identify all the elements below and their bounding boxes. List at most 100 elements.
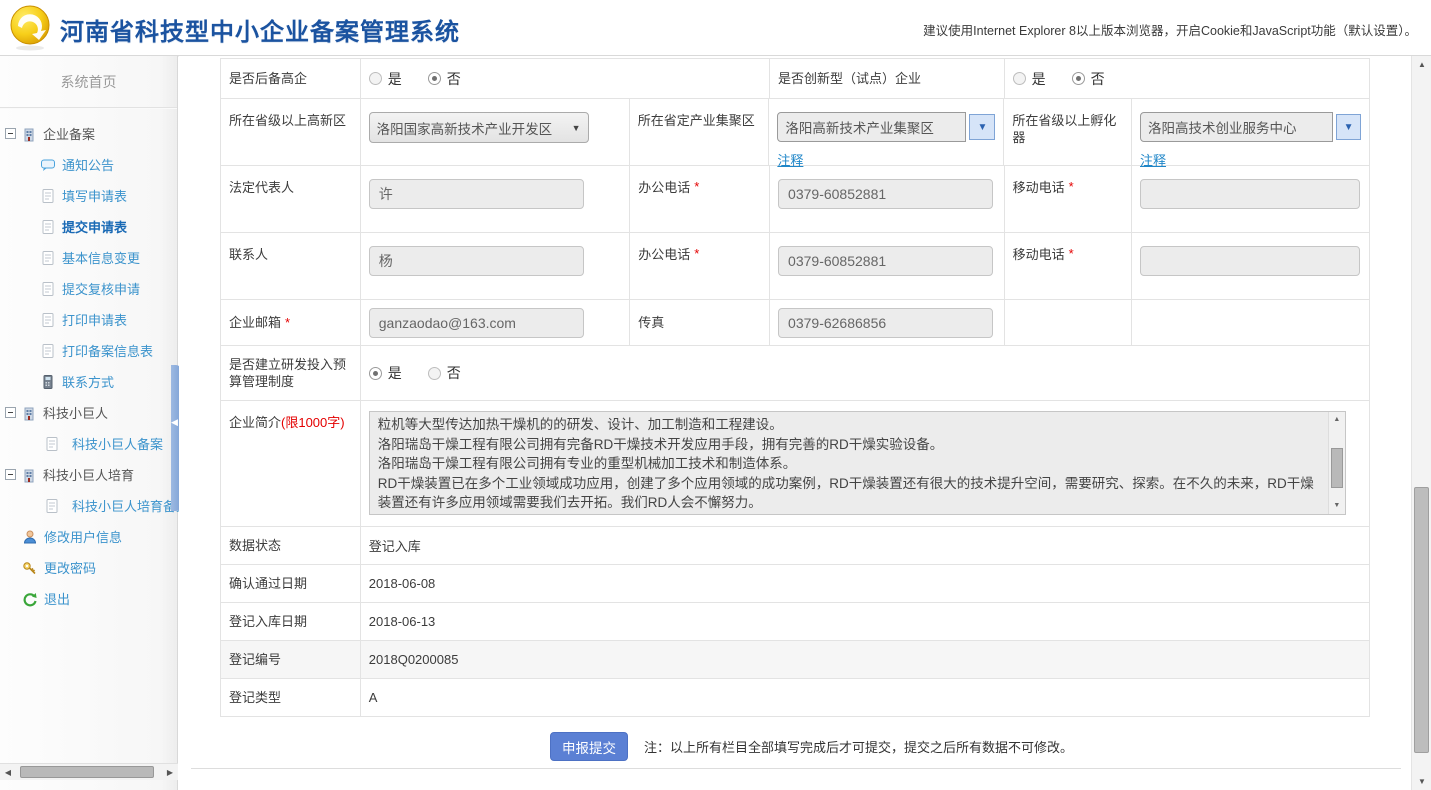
textarea-scroll-thumb[interactable]	[1331, 448, 1343, 488]
sidebar-tree: 企业备案 通知公告 填写申请表 提交申请表	[0, 108, 177, 614]
page-vertical-scrollbar[interactable]: ▲ ▼	[1411, 56, 1431, 790]
sidebar-item-print-filing-info[interactable]: 打印备案信息表	[0, 335, 177, 366]
row-register-type: 登记类型 A	[221, 679, 1369, 717]
required-asterisk: *	[285, 315, 290, 330]
horizontal-scroll-thumb[interactable]	[20, 766, 154, 778]
sidebar-item-contact-info[interactable]: 联系方式	[0, 366, 177, 397]
sidebar-item-print-application[interactable]: 打印申请表	[0, 304, 177, 335]
building-icon	[21, 126, 37, 142]
company-profile-text: 粒机等大型传达加热干燥机的的研发、设计、加工制造和工程建设。 洛阳瑞岛干燥工程有…	[370, 412, 1327, 514]
radio-circle-icon	[428, 367, 441, 380]
industry-cluster-dropdown-button[interactable]: ▼	[969, 114, 995, 140]
collapse-minus-icon[interactable]	[5, 407, 16, 418]
row-register-no: 登记编号 2018Q0200085	[221, 641, 1369, 679]
sidebar-item-change-password[interactable]: 更改密码	[0, 552, 177, 583]
char-limit-label: (限1000字)	[281, 415, 345, 430]
incubator-dropdown-button[interactable]: ▼	[1336, 114, 1361, 140]
mobile-phone-input[interactable]	[1140, 179, 1360, 209]
sidebar-item-submit-application[interactable]: 提交申请表	[0, 211, 177, 242]
sidebar-item-enterprise-filing[interactable]: 企业备案	[0, 118, 177, 149]
field-label: 确认通过日期	[229, 575, 307, 592]
email-input[interactable]	[369, 308, 584, 338]
sidebar-item-tech-giant-cultivation[interactable]: 科技小巨人培育	[0, 459, 177, 490]
sidebar-item-fill-application[interactable]: 填写申请表	[0, 180, 177, 211]
sidebar-item-basic-info-change[interactable]: 基本信息变更	[0, 242, 177, 273]
office-phone-input[interactable]	[778, 246, 993, 276]
company-profile-textarea[interactable]: 粒机等大型传达加热干燥机的的研发、设计、加工制造和工程建设。 洛阳瑞岛干燥工程有…	[369, 411, 1346, 515]
app-header: 河南省科技型中小企业备案管理系统 建议使用Internet Explorer 8…	[0, 0, 1431, 56]
sidebar-item-logout[interactable]: 退出	[0, 583, 177, 614]
scroll-left-icon[interactable]: ◀	[0, 764, 16, 781]
sidebar-item-tech-giant[interactable]: 科技小巨人	[0, 397, 177, 428]
sidebar-item-edit-user-info[interactable]: 修改用户信息	[0, 521, 177, 552]
scroll-up-icon[interactable]: ▲	[1329, 413, 1345, 427]
row-register-date: 登记入库日期 2018-06-13	[221, 603, 1369, 641]
scroll-down-icon[interactable]: ▼	[1412, 773, 1431, 790]
data-status-value: 登记入库	[369, 536, 421, 555]
incubator-input[interactable]: 洛阳高技术创业服务中心	[1140, 112, 1333, 142]
app-logo-icon	[8, 5, 52, 51]
radio-circle-icon	[369, 367, 382, 380]
field-label: 所在省级以上孵化器	[1012, 112, 1123, 146]
chevron-left-icon: ◀	[171, 417, 178, 428]
required-asterisk: *	[1069, 179, 1074, 194]
scroll-down-icon[interactable]: ▼	[1329, 499, 1345, 513]
hightech-zone-select[interactable]: 洛阳国家高新技术产业开发区 ▼	[369, 112, 589, 143]
sidebar-item-submit-review[interactable]: 提交复核申请	[0, 273, 177, 304]
textarea-scrollbar[interactable]: ▲ ▼	[1328, 412, 1345, 514]
submit-button[interactable]: 申报提交	[550, 732, 628, 761]
vertical-scroll-thumb[interactable]	[1414, 487, 1429, 753]
field-label: 是否后备高企	[229, 70, 307, 87]
sidebar-item-notices[interactable]: 通知公告	[0, 149, 177, 180]
radio-no[interactable]: 否	[1072, 69, 1105, 89]
user-icon	[22, 529, 38, 545]
register-type-value: A	[369, 690, 378, 705]
phone-icon	[40, 374, 56, 390]
collapse-minus-icon[interactable]	[5, 469, 16, 480]
mobile-phone-input[interactable]	[1140, 246, 1360, 276]
document-icon	[40, 343, 56, 359]
field-label: 数据状态	[229, 537, 281, 554]
collapse-minus-icon[interactable]	[5, 128, 16, 139]
document-icon	[44, 436, 60, 452]
document-icon	[40, 188, 56, 204]
contact-person-input[interactable]	[369, 246, 584, 276]
field-label: 移动电话	[1013, 179, 1065, 196]
field-label: 传真	[638, 314, 664, 331]
row-zones: 所在省级以上高新区 洛阳国家高新技术产业开发区 ▼ 所在省定产业集聚区 洛阳高新…	[221, 99, 1369, 166]
radio-circle-icon	[428, 72, 441, 85]
field-label: 办公电话	[638, 246, 690, 263]
radio-no[interactable]: 否	[428, 363, 461, 383]
key-icon	[22, 560, 38, 576]
sidebar-item-tech-giant-cultivation-filing[interactable]: 科技小巨人培育备案	[0, 490, 177, 521]
legal-rep-input[interactable]	[369, 179, 584, 209]
row-contact: 联系人 办公电话* 移动电话*	[221, 233, 1369, 300]
field-label: 所在省定产业集聚区	[638, 112, 755, 129]
field-label: 联系人	[229, 246, 268, 263]
office-phone-input[interactable]	[778, 179, 993, 209]
footer-divider	[191, 768, 1401, 769]
field-label: 所在省级以上高新区	[229, 112, 346, 129]
row-confirm-date: 确认通过日期 2018-06-08	[221, 565, 1369, 603]
row-company-profile: 企业简介(限1000字) 粒机等大型传达加热干燥机的的研发、设计、加工制造和工程…	[221, 401, 1369, 527]
chevron-down-icon: ▼	[572, 123, 581, 133]
sidebar-horizontal-scrollbar[interactable]: ◀ ▶	[0, 763, 178, 780]
required-asterisk: *	[1069, 246, 1074, 261]
radio-yes[interactable]: 是	[1013, 69, 1046, 89]
sidebar-item-tech-giant-filing[interactable]: 科技小巨人备案	[0, 428, 177, 459]
radio-yes[interactable]: 是	[369, 69, 402, 89]
radio-circle-icon	[1072, 72, 1085, 85]
submit-row: 申报提交 注：以上所有栏目全部填写完成后才可提交，提交之后所有数据不可修改。	[220, 732, 1370, 761]
scroll-up-icon[interactable]: ▲	[1412, 56, 1431, 73]
register-no-value: 2018Q0200085	[369, 652, 459, 667]
radio-no[interactable]: 否	[428, 69, 461, 89]
document-icon	[40, 219, 56, 235]
field-label: 移动电话	[1013, 246, 1065, 263]
radio-circle-icon	[1013, 72, 1026, 85]
radio-yes[interactable]: 是	[369, 363, 402, 383]
fax-input[interactable]	[778, 308, 993, 338]
industry-cluster-input[interactable]: 洛阳高新技术产业集聚区	[777, 112, 966, 142]
row-legal-rep: 法定代表人 办公电话* 移动电话*	[221, 166, 1369, 233]
scroll-right-icon[interactable]: ▶	[162, 764, 178, 781]
speech-bubble-icon	[40, 157, 56, 173]
